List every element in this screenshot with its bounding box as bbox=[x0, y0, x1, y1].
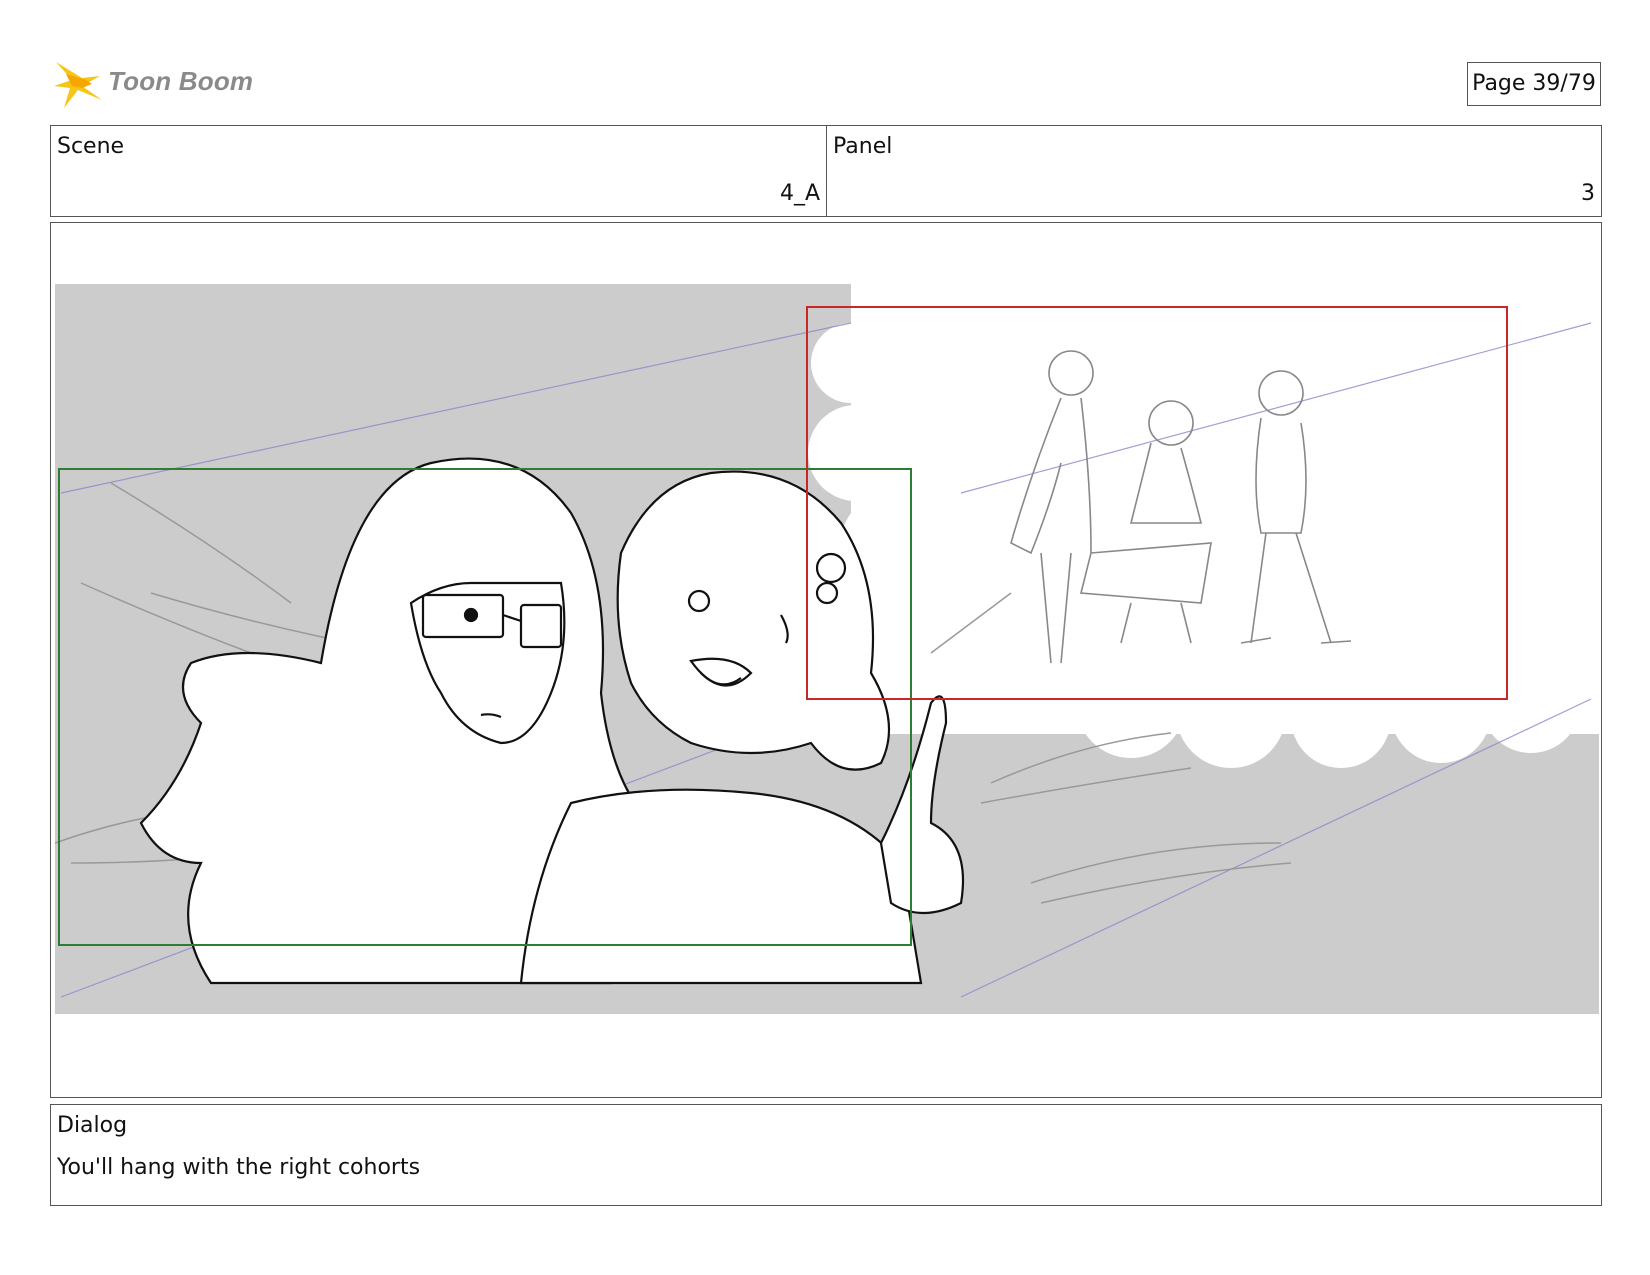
logo-brand-text: Toon Boom bbox=[108, 66, 254, 96]
panel-label: Panel bbox=[833, 134, 893, 159]
storyboard-drawing bbox=[54, 284, 1599, 1014]
burst-icon bbox=[54, 62, 102, 108]
dialog-label: Dialog bbox=[57, 1113, 128, 1138]
toon-boom-logo: Toon Boom bbox=[52, 56, 262, 112]
scene-value: 4_A bbox=[779, 181, 820, 206]
thought-cloud bbox=[808, 284, 1599, 768]
storyboard-frame bbox=[50, 222, 1602, 1098]
page-indicator: Page 39/79 bbox=[1467, 62, 1601, 106]
dialog-box: Dialog You'll hang with the right cohort… bbox=[50, 1104, 1602, 1206]
scene-label: Scene bbox=[57, 134, 125, 159]
scene-cell: Scene 4_A bbox=[51, 126, 827, 216]
scene-panel-header: Scene 4_A Panel 3 bbox=[50, 125, 1602, 217]
dialog-text: You'll hang with the right cohorts bbox=[57, 1155, 421, 1180]
panel-cell: Panel 3 bbox=[827, 126, 1601, 216]
panel-value: 3 bbox=[1581, 181, 1595, 206]
